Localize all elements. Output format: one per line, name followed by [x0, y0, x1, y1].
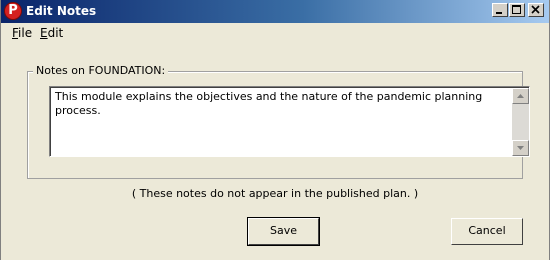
- close-button[interactable]: [528, 3, 544, 17]
- vertical-scrollbar[interactable]: [512, 88, 529, 156]
- app-icon: P: [4, 2, 22, 20]
- textarea-border: This module explains the objectives and …: [50, 87, 529, 156]
- edit-notes-window: P Edit Notes File Edit Notes on FOUNDATI…: [0, 0, 550, 260]
- menu-bar: File Edit: [1, 23, 549, 43]
- maximize-icon: [512, 5, 521, 14]
- arrow-up-icon: [517, 94, 524, 98]
- maximize-button[interactable]: [509, 3, 525, 17]
- menu-file-rest: ile: [18, 26, 33, 40]
- menu-edit-accel: E: [40, 26, 48, 40]
- minimize-icon: [496, 12, 502, 14]
- save-button[interactable]: Save: [247, 217, 320, 246]
- footer-note: ( These notes do not appear in the publi…: [131, 187, 419, 200]
- menu-edit[interactable]: Edit: [40, 26, 63, 40]
- minimize-button[interactable]: [492, 3, 508, 17]
- scroll-track[interactable]: [512, 104, 529, 140]
- cancel-button[interactable]: Cancel: [451, 218, 523, 245]
- menu-file[interactable]: File: [12, 26, 32, 40]
- notes-textarea[interactable]: This module explains the objectives and …: [49, 86, 530, 157]
- notes-text: This module explains the objectives and …: [55, 90, 483, 117]
- title-bar[interactable]: P Edit Notes: [1, 0, 549, 23]
- window-title: Edit Notes: [26, 4, 97, 18]
- scroll-up-button[interactable]: [512, 88, 529, 104]
- notes-group-label: Notes on FOUNDATION:: [33, 64, 169, 77]
- arrow-down-icon: [517, 146, 524, 150]
- scroll-down-button[interactable]: [512, 140, 529, 156]
- menu-edit-rest: dit: [47, 26, 64, 40]
- close-icon: [531, 5, 540, 14]
